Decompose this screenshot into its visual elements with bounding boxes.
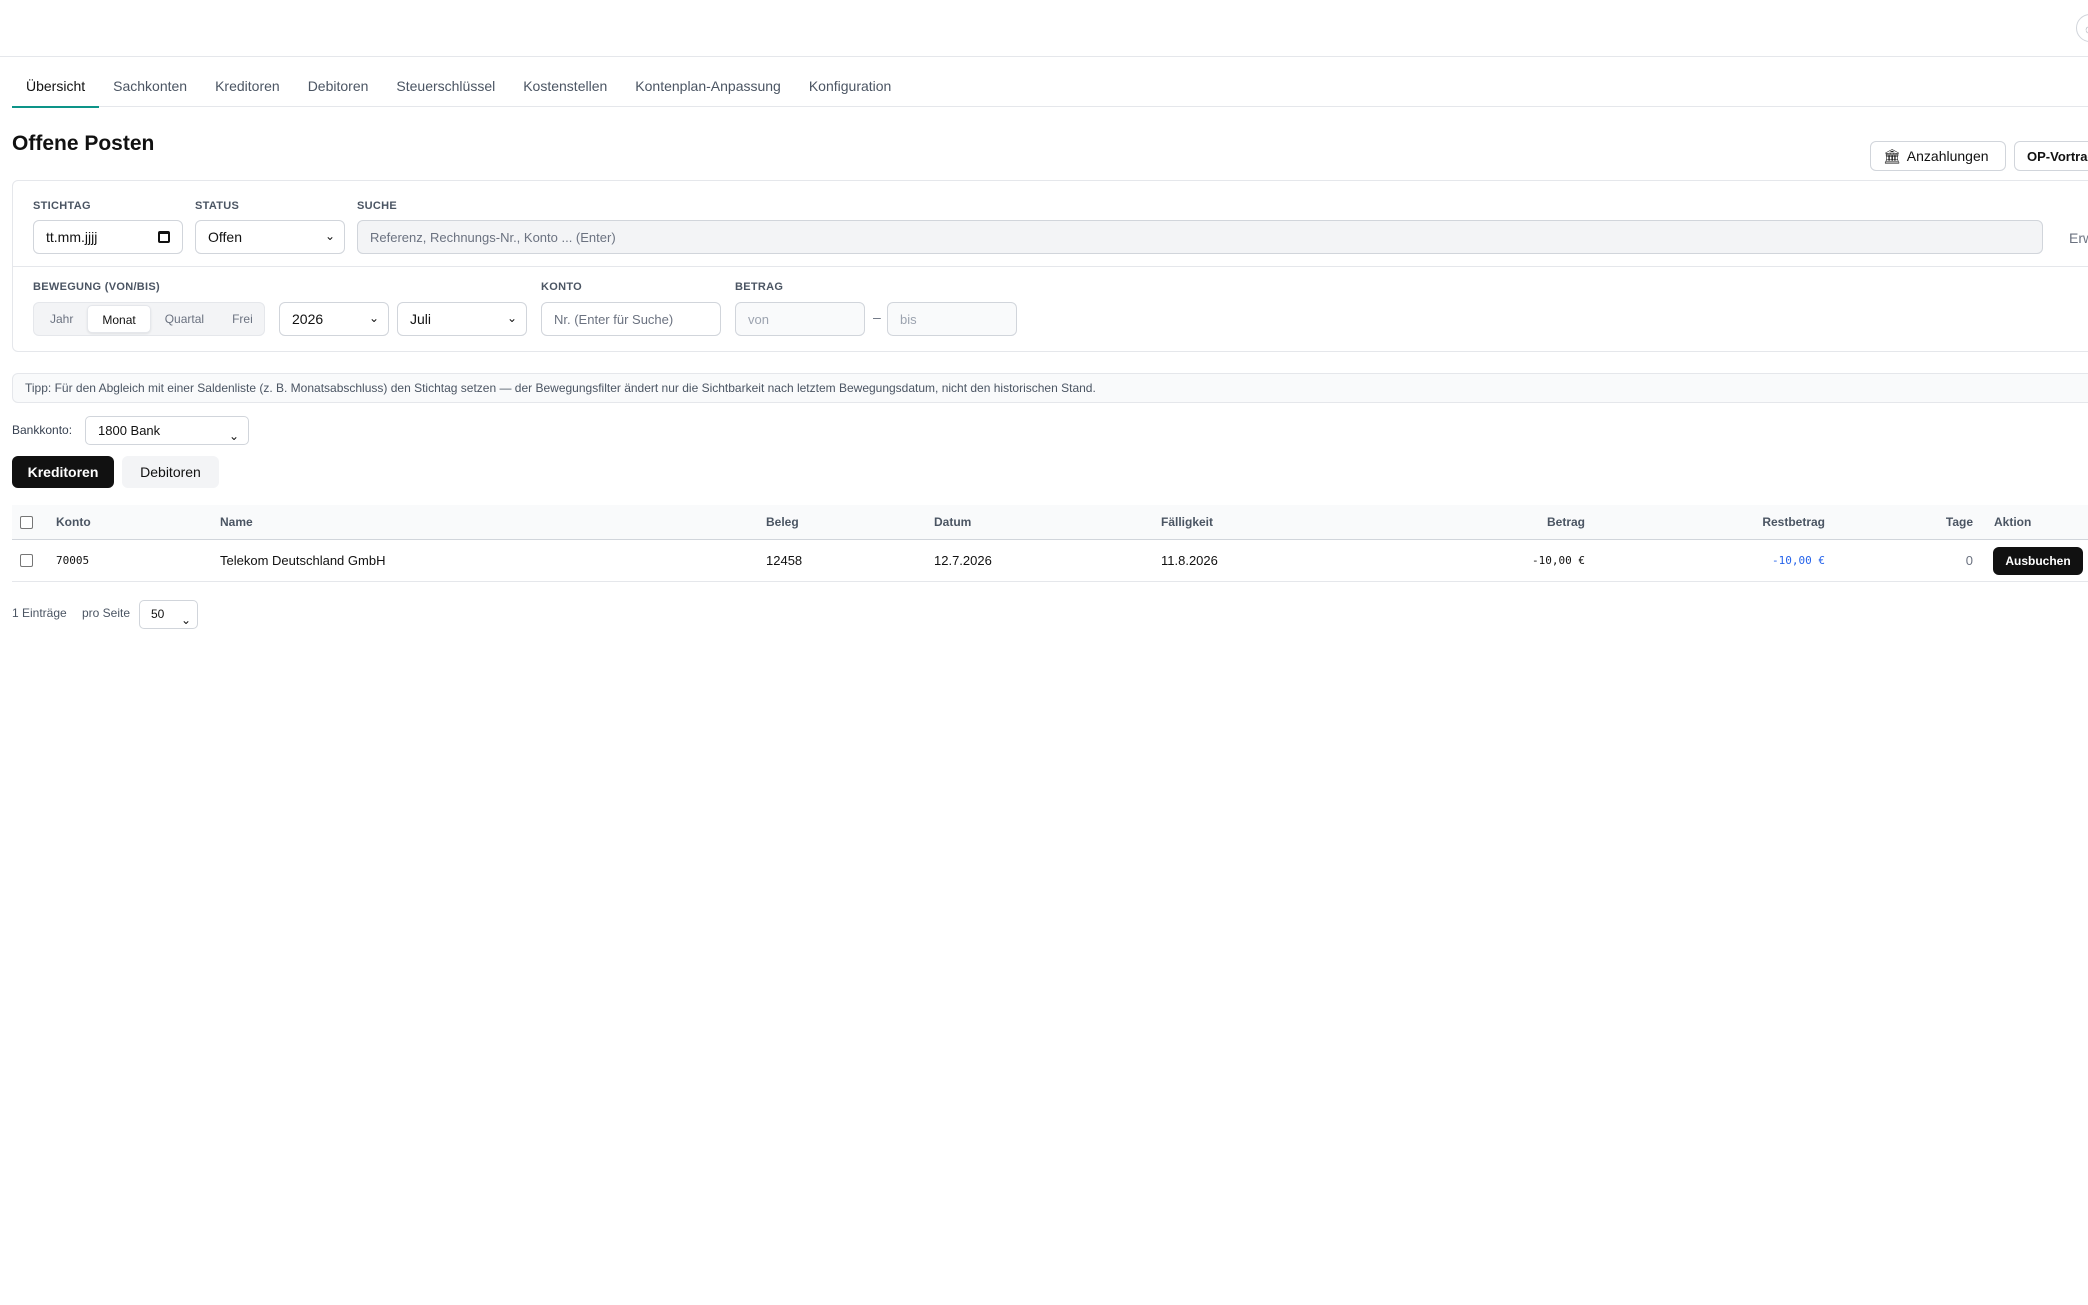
kreditoren-toggle-button[interactable]: Kreditoren xyxy=(12,456,114,488)
col-datum[interactable]: Datum xyxy=(934,505,971,540)
col-aktion: Aktion xyxy=(1994,515,2032,529)
main-tabs: Übersicht Sachkonten Kreditoren Debitore… xyxy=(12,57,2088,108)
bewegung-jahr[interactable]: Jahr xyxy=(36,305,87,333)
op-vortrag-button[interactable]: OP-Vortrag xyxy=(2014,141,2088,171)
anzahlungen-label: Anzahlungen xyxy=(1906,148,1989,164)
betrag-von-placeholder: von xyxy=(748,311,769,327)
status-select[interactable]: Offen ⌄ xyxy=(195,220,345,254)
stichtag-value: tt.mm.jjjj xyxy=(46,229,98,245)
konto-label: KONTO xyxy=(541,281,583,293)
chevron-down-icon: ⌄ xyxy=(180,613,191,627)
bewegung-label: BEWEGUNG (VON/BIS) xyxy=(33,281,161,293)
anzahlungen-button[interactable]: 🏛 Anzahlungen xyxy=(1870,141,2006,171)
betrag-bis-placeholder: bis xyxy=(900,311,917,327)
page-title: Offene Posten xyxy=(12,132,155,155)
table-header: Konto Name Beleg Datum Fälligkeit Betrag… xyxy=(12,505,2088,540)
chevron-down-icon: ⌄ xyxy=(368,311,379,325)
tab-debitoren[interactable]: Debitoren xyxy=(294,57,383,107)
search-placeholder: Referenz, Rechnungs-Nr., Konto ... (Ente… xyxy=(370,229,616,245)
tip-banner: Tipp: Für den Abgleich mit einer Saldenl… xyxy=(12,373,2088,403)
bankkonto-select[interactable]: 1800 Bank ⌄ xyxy=(85,416,249,445)
konto-placeholder: Nr. (Enter für Suche) xyxy=(554,311,674,327)
cell-faelligkeit: 11.8.2026 xyxy=(1161,553,1218,568)
suche-label: SUCHE xyxy=(357,200,398,212)
tab-konfiguration[interactable]: Konfiguration xyxy=(795,57,906,107)
stichtag-date-input[interactable]: tt.mm.jjjj xyxy=(33,220,183,254)
user-menu-button[interactable]: ◌ xyxy=(2076,14,2088,42)
filter-divider xyxy=(13,266,2088,267)
chevron-down-icon: ⌄ xyxy=(228,429,239,443)
table-row: 70005 Telekom Deutschland GmbH 12458 12.… xyxy=(12,540,2088,582)
bank-icon: 🏛 xyxy=(1883,147,1901,164)
row-checkbox[interactable] xyxy=(20,554,33,567)
betrag-von-input[interactable]: von xyxy=(735,302,865,336)
col-beleg[interactable]: Beleg xyxy=(766,505,799,540)
select-all-checkbox[interactable] xyxy=(20,516,33,529)
stichtag-label: STICHTAG xyxy=(33,200,91,212)
col-faelligkeit[interactable]: Fälligkeit xyxy=(1161,505,1213,540)
cell-beleg: 12458 xyxy=(766,553,803,568)
tab-kontenplan-anpassung[interactable]: Kontenplan-Anpassung xyxy=(621,57,795,107)
cell-konto[interactable]: 70005 xyxy=(56,540,89,582)
bewegung-frei[interactable]: Frei xyxy=(218,305,267,333)
cell-name: Telekom Deutschland GmbH xyxy=(220,553,386,568)
entry-count: 1 Einträge xyxy=(12,606,67,620)
betrag-separator: – xyxy=(873,309,881,325)
erweitert-link[interactable]: Erwe xyxy=(2069,230,2088,246)
month-select[interactable]: Juli ⌄ xyxy=(397,302,527,336)
bankkonto-label: Bankkonto: xyxy=(12,423,73,437)
cell-datum: 12.7.2026 xyxy=(934,553,992,568)
per-page-value: 50 xyxy=(151,607,165,621)
open-items-table: Konto Name Beleg Datum Fälligkeit Betrag… xyxy=(12,505,2088,582)
search-input[interactable]: Referenz, Rechnungs-Nr., Konto ... (Ente… xyxy=(357,220,2043,254)
col-restbetrag[interactable]: Restbetrag xyxy=(1652,505,1825,540)
bewegung-monat[interactable]: Monat xyxy=(87,305,151,333)
bewegung-segmented-control: Jahr Monat Quartal Frei xyxy=(33,302,265,336)
col-tage[interactable]: Tage xyxy=(1892,505,1973,540)
chevron-down-icon: ⌄ xyxy=(324,229,335,243)
calendar-icon xyxy=(158,231,170,243)
debitoren-toggle-button[interactable]: Debitoren xyxy=(122,456,219,488)
col-name[interactable]: Name xyxy=(220,505,253,540)
col-konto[interactable]: Konto xyxy=(56,505,91,540)
betrag-label: BETRAG xyxy=(735,281,784,293)
per-page-label: pro Seite xyxy=(82,606,131,620)
tab-kostenstellen[interactable]: Kostenstellen xyxy=(509,57,621,107)
col-betrag[interactable]: Betrag xyxy=(1412,505,1585,540)
year-value: 2026 xyxy=(292,311,324,327)
status-label: STATUS xyxy=(195,200,240,212)
tab-kreditoren[interactable]: Kreditoren xyxy=(201,57,294,107)
per-page-select[interactable]: 50 ⌄ xyxy=(139,600,198,629)
month-value: Juli xyxy=(410,311,432,327)
top-bar: ◌ xyxy=(0,0,2088,57)
cell-betrag: -10,00 € xyxy=(1532,554,1585,567)
betrag-bis-input[interactable]: bis xyxy=(887,302,1017,336)
tab-uebersicht[interactable]: Übersicht xyxy=(12,57,100,108)
ausbuchen-button[interactable]: Ausbuchen xyxy=(1993,547,2083,575)
status-value: Offen xyxy=(208,229,242,245)
tab-sachkonten[interactable]: Sachkonten xyxy=(99,57,201,107)
konto-input[interactable]: Nr. (Enter für Suche) xyxy=(541,302,721,336)
filter-panel: STICHTAG tt.mm.jjjj STATUS Offen ⌄ SUCHE… xyxy=(12,180,2088,352)
op-vortrag-label: OP-Vortrag xyxy=(2027,148,2088,164)
year-select[interactable]: 2026 ⌄ xyxy=(279,302,389,336)
cell-tage: 0 xyxy=(1965,553,1973,568)
bankkonto-value: 1800 Bank xyxy=(98,423,161,438)
cell-restbetrag: -10,00 € xyxy=(1772,554,1825,567)
bewegung-quartal[interactable]: Quartal xyxy=(151,305,218,333)
tab-steuerschluessel[interactable]: Steuerschlüssel xyxy=(382,57,509,107)
chevron-down-icon: ⌄ xyxy=(506,311,517,325)
